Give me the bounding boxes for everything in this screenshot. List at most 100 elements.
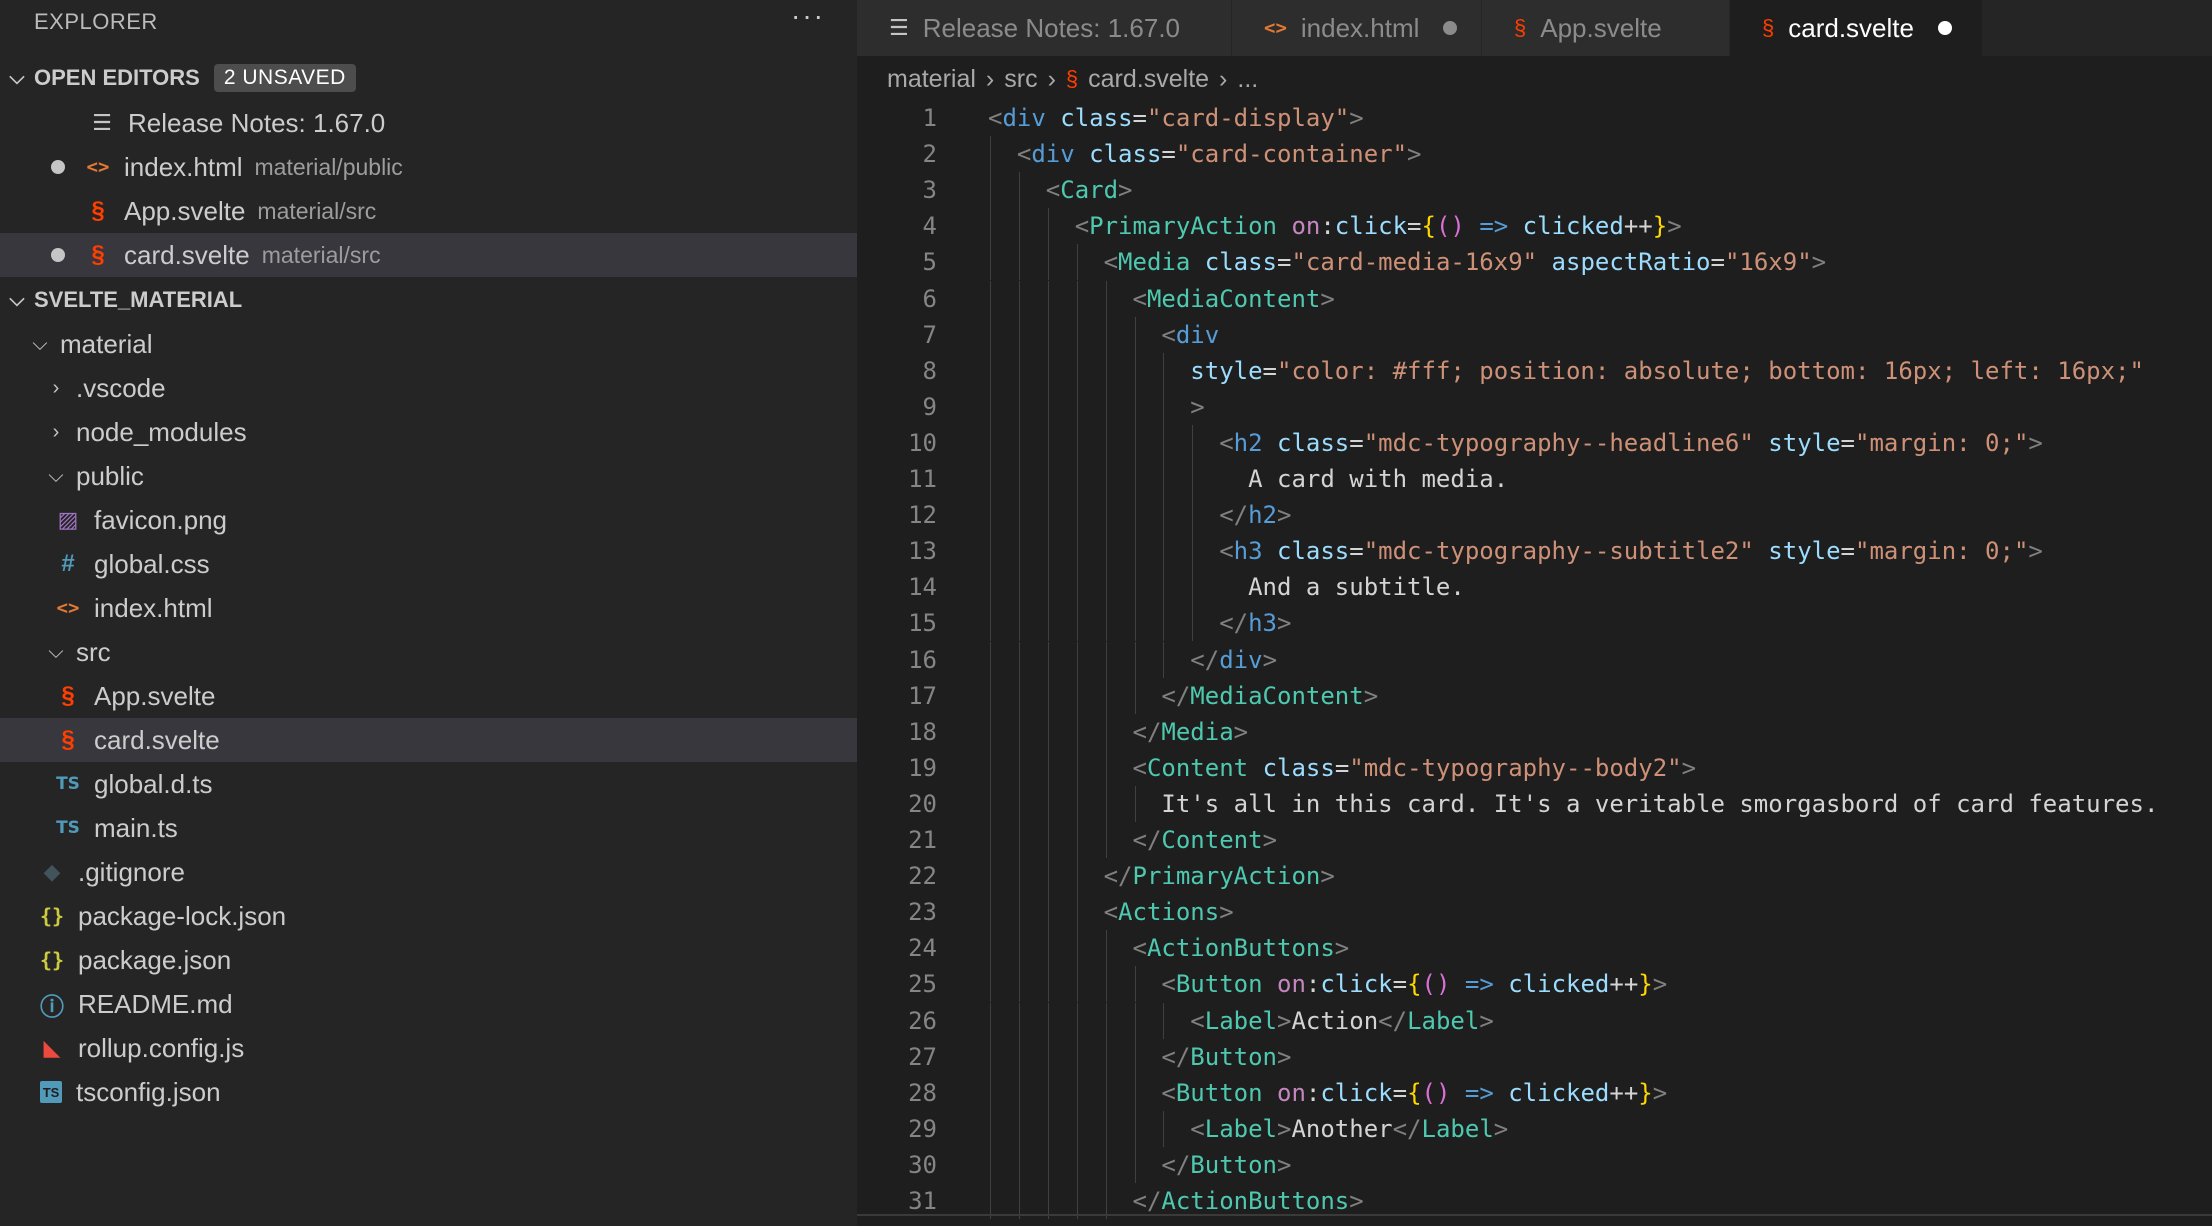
tree-file-global-css[interactable]: # global.css (0, 542, 857, 586)
indent-guide (1163, 461, 1165, 497)
html-file-icon: <> (1264, 17, 1287, 39)
indent-guide (1047, 316, 1049, 353)
explorer-title: EXPLORER (34, 9, 158, 34)
tree-file-card-svelte[interactable]: § card.svelte (0, 718, 857, 762)
open-editors-header[interactable]: ⌵ OPEN EDITORS 2 UNSAVED (0, 56, 857, 100)
tree-file-favicon[interactable]: ▨ favicon.png (0, 498, 857, 542)
tab-index-html[interactable]: <> index.html (1232, 0, 1482, 56)
tree-item-label: rollup.config.js (78, 1032, 245, 1063)
indent-guide (1105, 424, 1107, 461)
code-token: = (1277, 248, 1292, 277)
unsaved-dot-icon[interactable] (1937, 21, 1952, 35)
code-token: = (1262, 356, 1277, 385)
tab-card-svelte[interactable]: § card.svelte (1730, 0, 1983, 56)
tree-file-package-json[interactable]: {} package.json (0, 938, 857, 982)
code-token: "mdc-typography--body2" (1349, 753, 1682, 782)
line-number: 19 (908, 753, 937, 782)
indent-guide (1047, 749, 1049, 786)
code-token: clicked (1508, 1078, 1610, 1107)
tree-file-package-lock-json[interactable]: {} package-lock.json (0, 894, 857, 938)
chevron-right-icon: › (52, 420, 60, 443)
code-line: 21 </Content> (857, 822, 2212, 858)
code-token: </ (1103, 862, 1133, 891)
open-editor-app-svelte[interactable]: § App.svelte material/src (0, 189, 857, 233)
code-text: <Card> (1046, 176, 1133, 204)
indent-guide (1105, 930, 1107, 967)
indent-guide (1134, 966, 1136, 1003)
indent-guide (1134, 461, 1136, 497)
tree-file-index-html[interactable]: <> index.html (0, 586, 857, 630)
json-file-icon: {} (39, 948, 65, 972)
indent-guide (1047, 280, 1049, 317)
workspace-header[interactable]: ⌵ SVELTE_MATERIAL (0, 278, 857, 322)
code-text: style="color: #fff; position: absolute; … (1190, 357, 2144, 385)
indent-guide (990, 208, 991, 245)
code-line: 13 <h3 class="mdc-typography--subtitle2" … (857, 533, 2212, 570)
tab-release-notes[interactable]: ☰ Release Notes: 1.67.0 (857, 0, 1232, 56)
tree-folder-public[interactable]: ⌵ public (0, 454, 857, 498)
code-token: < (1190, 1006, 1205, 1035)
code-token: clicked (1522, 212, 1624, 241)
code-token: = (1161, 140, 1176, 169)
tab-app-svelte[interactable]: § App.svelte (1482, 0, 1730, 56)
code-token: > (2028, 428, 2043, 457)
code-text: <Label>Another</Label> (1190, 1115, 1508, 1143)
tree-folder-vscode[interactable]: › .vscode (0, 366, 857, 410)
tree-file-gitignore[interactable]: ◆ .gitignore (0, 850, 857, 894)
code-text: <Button on:click={() => clicked++}> (1161, 1079, 1667, 1107)
code-token: > (1320, 862, 1335, 891)
unsaved-dot-icon[interactable] (1443, 21, 1458, 35)
code-token: Content (1146, 753, 1249, 782)
code-token: Button (1190, 1150, 1277, 1179)
indent-guide (1018, 749, 1020, 786)
tree-file-readme[interactable]: ⓘ README.md (0, 982, 857, 1026)
breadcrumb-item[interactable]: card.svelte (1088, 65, 1209, 94)
horizontal-scrollbar[interactable] (857, 1214, 2212, 1216)
indent-guide (1163, 533, 1165, 570)
tree-file-main-ts[interactable]: TS main.ts (0, 806, 857, 850)
indent-guide (1163, 569, 1165, 606)
code-token: { (1421, 212, 1436, 241)
code-line: 6 <MediaContent> (857, 280, 2212, 317)
code-token: "mdc-typography--headline6" (1363, 428, 1754, 457)
indent-guide (990, 388, 991, 425)
code-token: Label (1407, 1006, 1480, 1035)
tree-folder-src[interactable]: ⌵ src (0, 630, 857, 674)
code-line: 22 </PrimaryAction> (857, 858, 2212, 895)
open-editor-card-svelte[interactable]: § card.svelte material/src (0, 233, 857, 277)
indent-guide (1076, 424, 1078, 461)
open-editor-release-notes[interactable]: ☰ Release Notes: 1.67.0 (0, 101, 857, 145)
code-text: <div (1161, 321, 1219, 349)
tree-file-app-svelte[interactable]: § App.svelte (0, 674, 857, 718)
breadcrumb-item[interactable]: ... (1237, 65, 1258, 94)
indent-guide (1018, 605, 1020, 642)
code-token: style (1190, 356, 1263, 385)
code-line: 23 <Actions> (857, 894, 2212, 931)
tree-file-global-d-ts[interactable]: TS global.d.ts (0, 762, 857, 806)
tree-item-label: .gitignore (78, 856, 185, 887)
unsaved-dot-icon[interactable] (51, 248, 65, 262)
chevron-down-icon: ⌵ (9, 66, 25, 89)
indent-guide (1018, 461, 1020, 497)
tree-item-label: App.svelte (94, 680, 216, 711)
code-token: "margin: 0;" (1855, 537, 2029, 566)
tree-folder-material[interactable]: ⌵ material (0, 322, 857, 366)
code-token: div (1031, 140, 1075, 169)
breadcrumb-item[interactable]: material (887, 65, 976, 94)
unsaved-dot-icon[interactable] (51, 160, 65, 174)
more-actions-icon[interactable]: ··· (791, 2, 825, 42)
indent-guide (1076, 388, 1078, 425)
tree-file-tsconfig[interactable]: TS tsconfig.json (0, 1070, 857, 1114)
open-editors-label: OPEN EDITORS (34, 65, 200, 90)
code-token: : (1305, 1078, 1321, 1107)
tree-folder-node-modules[interactable]: › node_modules (0, 410, 857, 454)
open-editor-index-html[interactable]: <> index.html material/public (0, 145, 857, 189)
line-number: 26 (908, 1006, 937, 1035)
line-number: 12 (908, 501, 937, 530)
code-line: 1 <div class="card-display"> (857, 100, 2212, 136)
breadcrumb-item[interactable]: src (1004, 65, 1037, 94)
tree-file-rollup-config[interactable]: ◣ rollup.config.js (0, 1026, 857, 1070)
indent-guide (1134, 1074, 1136, 1111)
